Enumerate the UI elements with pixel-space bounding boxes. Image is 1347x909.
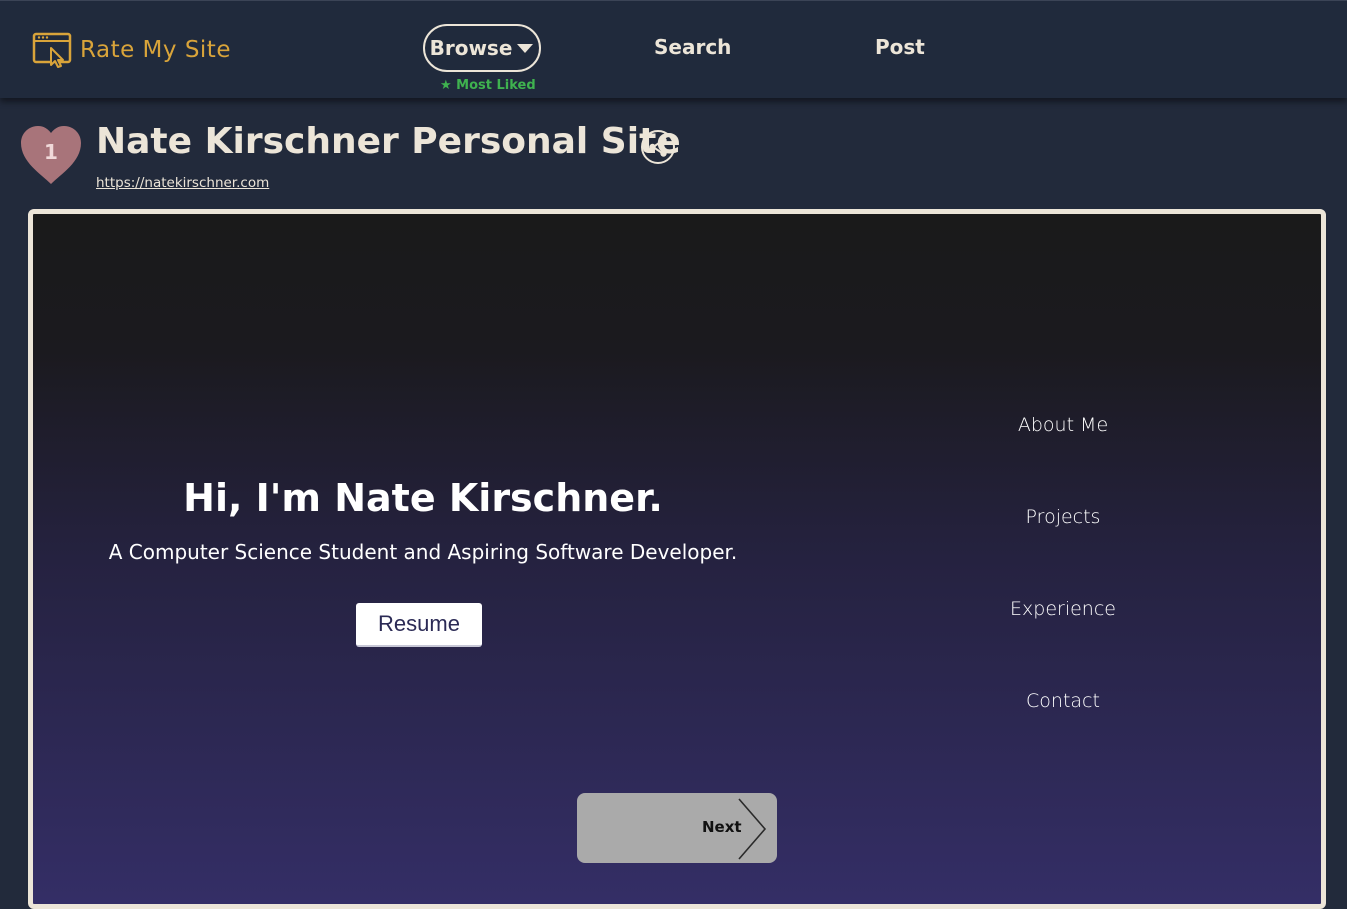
site-url-link[interactable]: https://natekirschner.com xyxy=(96,175,269,191)
browse-sort-indicator: ★ Most Liked xyxy=(440,78,536,93)
logo[interactable]: Rate My Site xyxy=(32,31,231,69)
preview-nav-contact[interactable]: Contact xyxy=(963,690,1163,712)
nav-post-link[interactable]: Post xyxy=(875,35,925,59)
next-label: Next xyxy=(702,818,742,836)
preview-nav-experience[interactable]: Experience xyxy=(963,598,1163,620)
caret-down-icon xyxy=(517,44,534,53)
top-navbar: Rate My Site Browse ★ Most Liked Search … xyxy=(0,0,1347,98)
preview-nav-about-me[interactable]: About Me xyxy=(963,414,1163,436)
chevron-right-icon xyxy=(738,798,767,860)
preview-nav-projects[interactable]: Projects xyxy=(963,506,1163,528)
resume-button[interactable]: Resume xyxy=(356,603,482,647)
logo-text: Rate My Site xyxy=(80,37,231,63)
browse-label: Browse xyxy=(429,36,513,60)
nav-search-link[interactable]: Search xyxy=(654,35,731,59)
share-icon xyxy=(649,137,667,157)
browser-cursor-icon xyxy=(32,32,72,68)
browse-dropdown-button[interactable]: Browse xyxy=(423,24,541,72)
preview-hero-title: Hi, I'm Nate Kirschner. xyxy=(183,476,663,520)
site-preview-frame: Hi, I'm Nate Kirschner. A Computer Scien… xyxy=(28,209,1326,909)
like-count: 1 xyxy=(44,140,58,164)
page-title: Nate Kirschner Personal Site xyxy=(96,121,681,162)
next-button[interactable]: Next xyxy=(577,793,777,863)
preview-hero-subtitle: A Computer Science Student and Aspiring … xyxy=(108,540,738,564)
share-button[interactable] xyxy=(641,130,675,164)
